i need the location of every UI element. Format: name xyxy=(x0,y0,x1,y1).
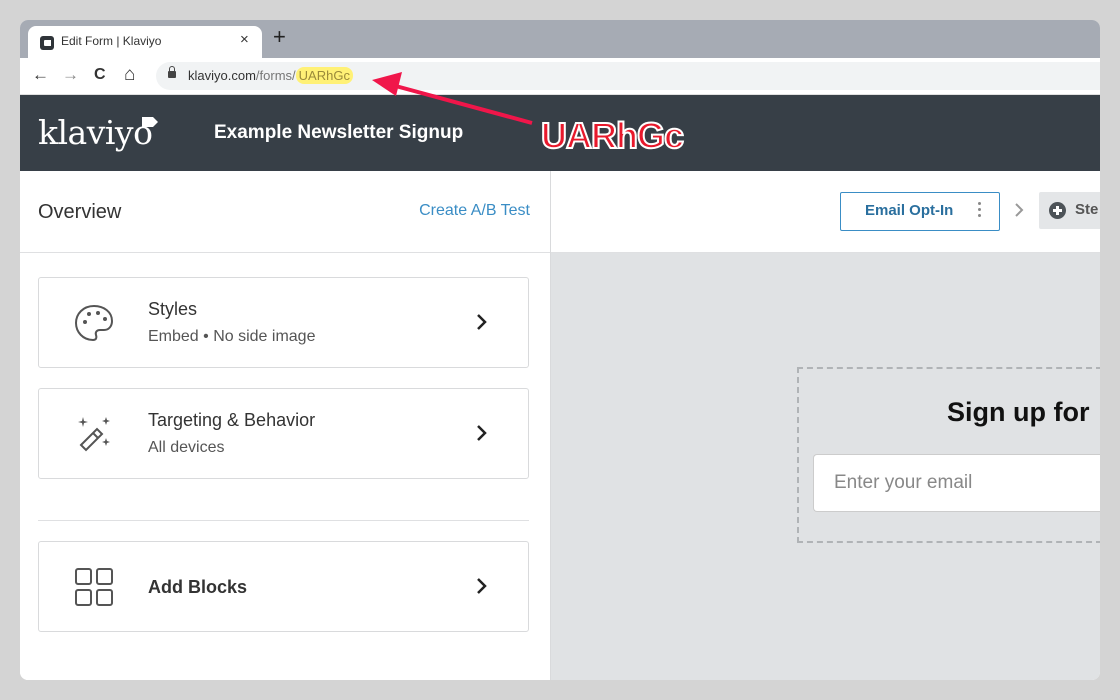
email-input[interactable] xyxy=(813,454,1100,512)
kebab-menu-icon[interactable] xyxy=(978,202,982,220)
plus-circle-icon xyxy=(1049,202,1066,219)
overview-bar: Overview Create A/B Test xyxy=(20,171,550,253)
styles-card[interactable]: Styles Embed • No side image xyxy=(38,277,529,368)
left-panel: Overview Create A/B Test Styles Embed • … xyxy=(20,171,551,680)
close-tab-icon[interactable]: × xyxy=(240,31,249,48)
grid-icon xyxy=(75,568,113,606)
card-subtitle: All devices xyxy=(148,439,225,456)
overview-title: Overview xyxy=(38,201,122,223)
logo-flag-icon xyxy=(142,117,158,127)
card-title: Styles xyxy=(148,299,198,319)
browser-toolbar: ← → C ⌂ klaviyo.com/forms/UARhGc xyxy=(20,58,1100,95)
chevron-right-icon xyxy=(477,425,487,441)
targeting-card[interactable]: Targeting & Behavior All devices xyxy=(38,388,529,479)
steps-bar: Email Opt-In Ste xyxy=(551,171,1100,253)
browser-window: Edit Form | Klaviyo × + ← → C ⌂ klaviyo.… xyxy=(20,20,1100,680)
chevron-right-icon xyxy=(1015,203,1024,217)
form-preview-canvas: Sign up for xyxy=(551,253,1100,680)
card-title: Targeting & Behavior xyxy=(148,410,316,430)
chevron-right-icon xyxy=(477,578,487,594)
form-preview-frame[interactable]: Sign up for xyxy=(797,367,1100,543)
section-divider xyxy=(38,520,529,521)
url-form-id-highlight: UARhGc xyxy=(295,67,353,84)
add-blocks-card[interactable]: Add Blocks xyxy=(38,541,529,632)
back-arrow-icon[interactable]: ← xyxy=(32,64,49,86)
step-label: Email Opt-In xyxy=(865,202,954,219)
annotation-label: UARhGc xyxy=(540,114,685,157)
signup-heading: Sign up for xyxy=(947,397,1090,427)
card-subtitle: Embed • No side image xyxy=(148,328,316,345)
tab-title: Edit Form | Klaviyo xyxy=(61,34,162,48)
home-icon[interactable]: ⌂ xyxy=(124,64,135,86)
tab-strip: Edit Form | Klaviyo × + xyxy=(20,20,1100,58)
email-opt-in-step-button[interactable]: Email Opt-In xyxy=(840,192,1000,231)
reload-icon[interactable]: C xyxy=(94,64,106,86)
url-text: klaviyo.com/forms/UARhGc xyxy=(188,67,353,84)
card-title: Add Blocks xyxy=(148,577,248,597)
chevron-right-icon xyxy=(477,314,487,330)
browser-tab[interactable]: Edit Form | Klaviyo × xyxy=(28,26,262,58)
forward-arrow-icon[interactable]: → xyxy=(62,64,79,86)
url-path: /forms/ xyxy=(255,68,296,83)
url-domain: klaviyo.com xyxy=(188,68,256,83)
app-header: klaviyo Example Newsletter Signup UARhGc xyxy=(20,95,1100,171)
form-title: Example Newsletter Signup xyxy=(214,122,464,143)
address-bar[interactable]: klaviyo.com/forms/UARhGc xyxy=(156,62,1100,90)
add-step-label: Ste xyxy=(1075,201,1099,218)
klaviyo-favicon-icon xyxy=(40,36,54,50)
create-ab-test-link[interactable]: Create A/B Test xyxy=(419,202,530,220)
lock-icon xyxy=(168,66,176,78)
palette-icon xyxy=(74,304,114,342)
new-tab-button[interactable]: + xyxy=(273,26,286,48)
klaviyo-logo[interactable]: klaviyo xyxy=(38,113,153,152)
magic-wand-icon xyxy=(78,417,110,452)
add-step-button[interactable]: Ste xyxy=(1039,192,1100,229)
